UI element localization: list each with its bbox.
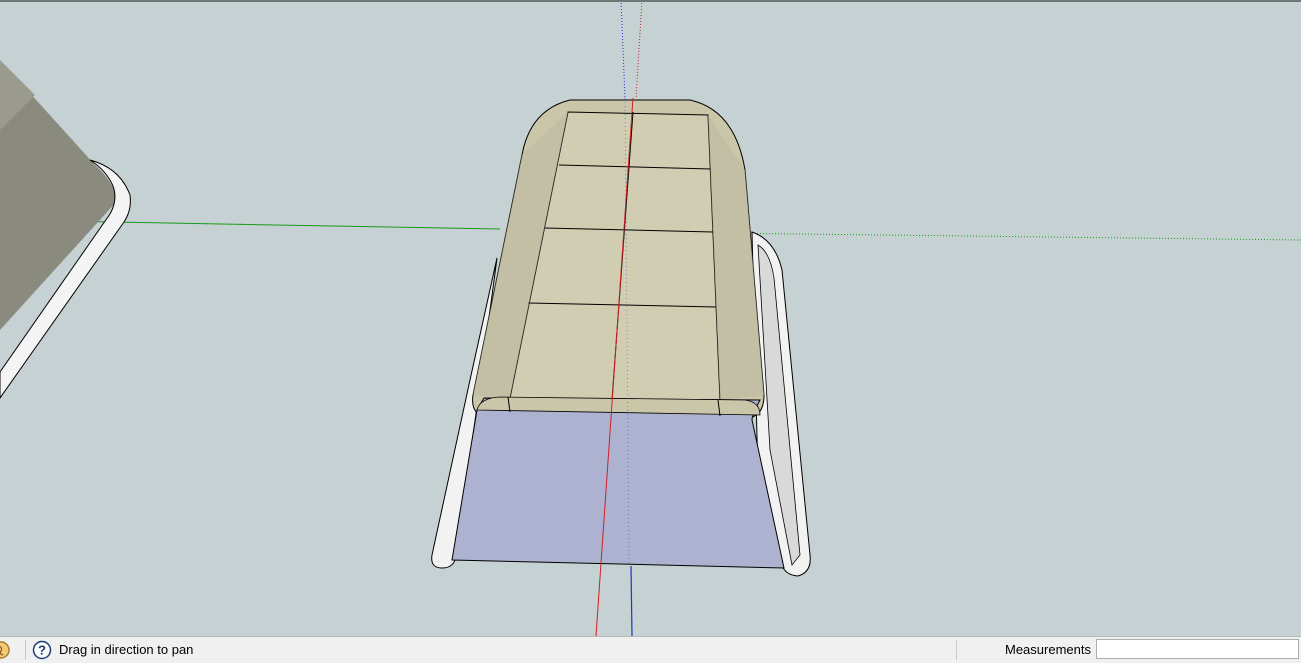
measurements-input[interactable] (1096, 639, 1299, 659)
help-question-icon[interactable]: ? (32, 639, 52, 660)
viewport-top-border (0, 0, 1301, 2)
svg-text:?: ? (38, 643, 46, 658)
status-hint-text: Drag in direction to pan (59, 642, 194, 657)
adjacent-model-part[interactable] (0, 60, 131, 399)
green-axis-dotted (714, 232, 1301, 241)
front-face[interactable] (451, 397, 785, 569)
blue-axis (630, 565, 633, 636)
measurements-label: Measurements (1005, 642, 1091, 657)
blue-axis-dotted (620, 0, 626, 99)
model-viewport[interactable] (0, 0, 1301, 636)
status-separator (25, 640, 26, 660)
status-separator (956, 640, 957, 660)
status-bar: ? Drag in direction to pan Measurements (0, 636, 1301, 663)
red-axis-dotted (635, 0, 643, 99)
geo-location-icon[interactable] (0, 639, 12, 660)
scene-canvas[interactable] (0, 0, 1301, 636)
main-body-model[interactable] (451, 99, 785, 569)
